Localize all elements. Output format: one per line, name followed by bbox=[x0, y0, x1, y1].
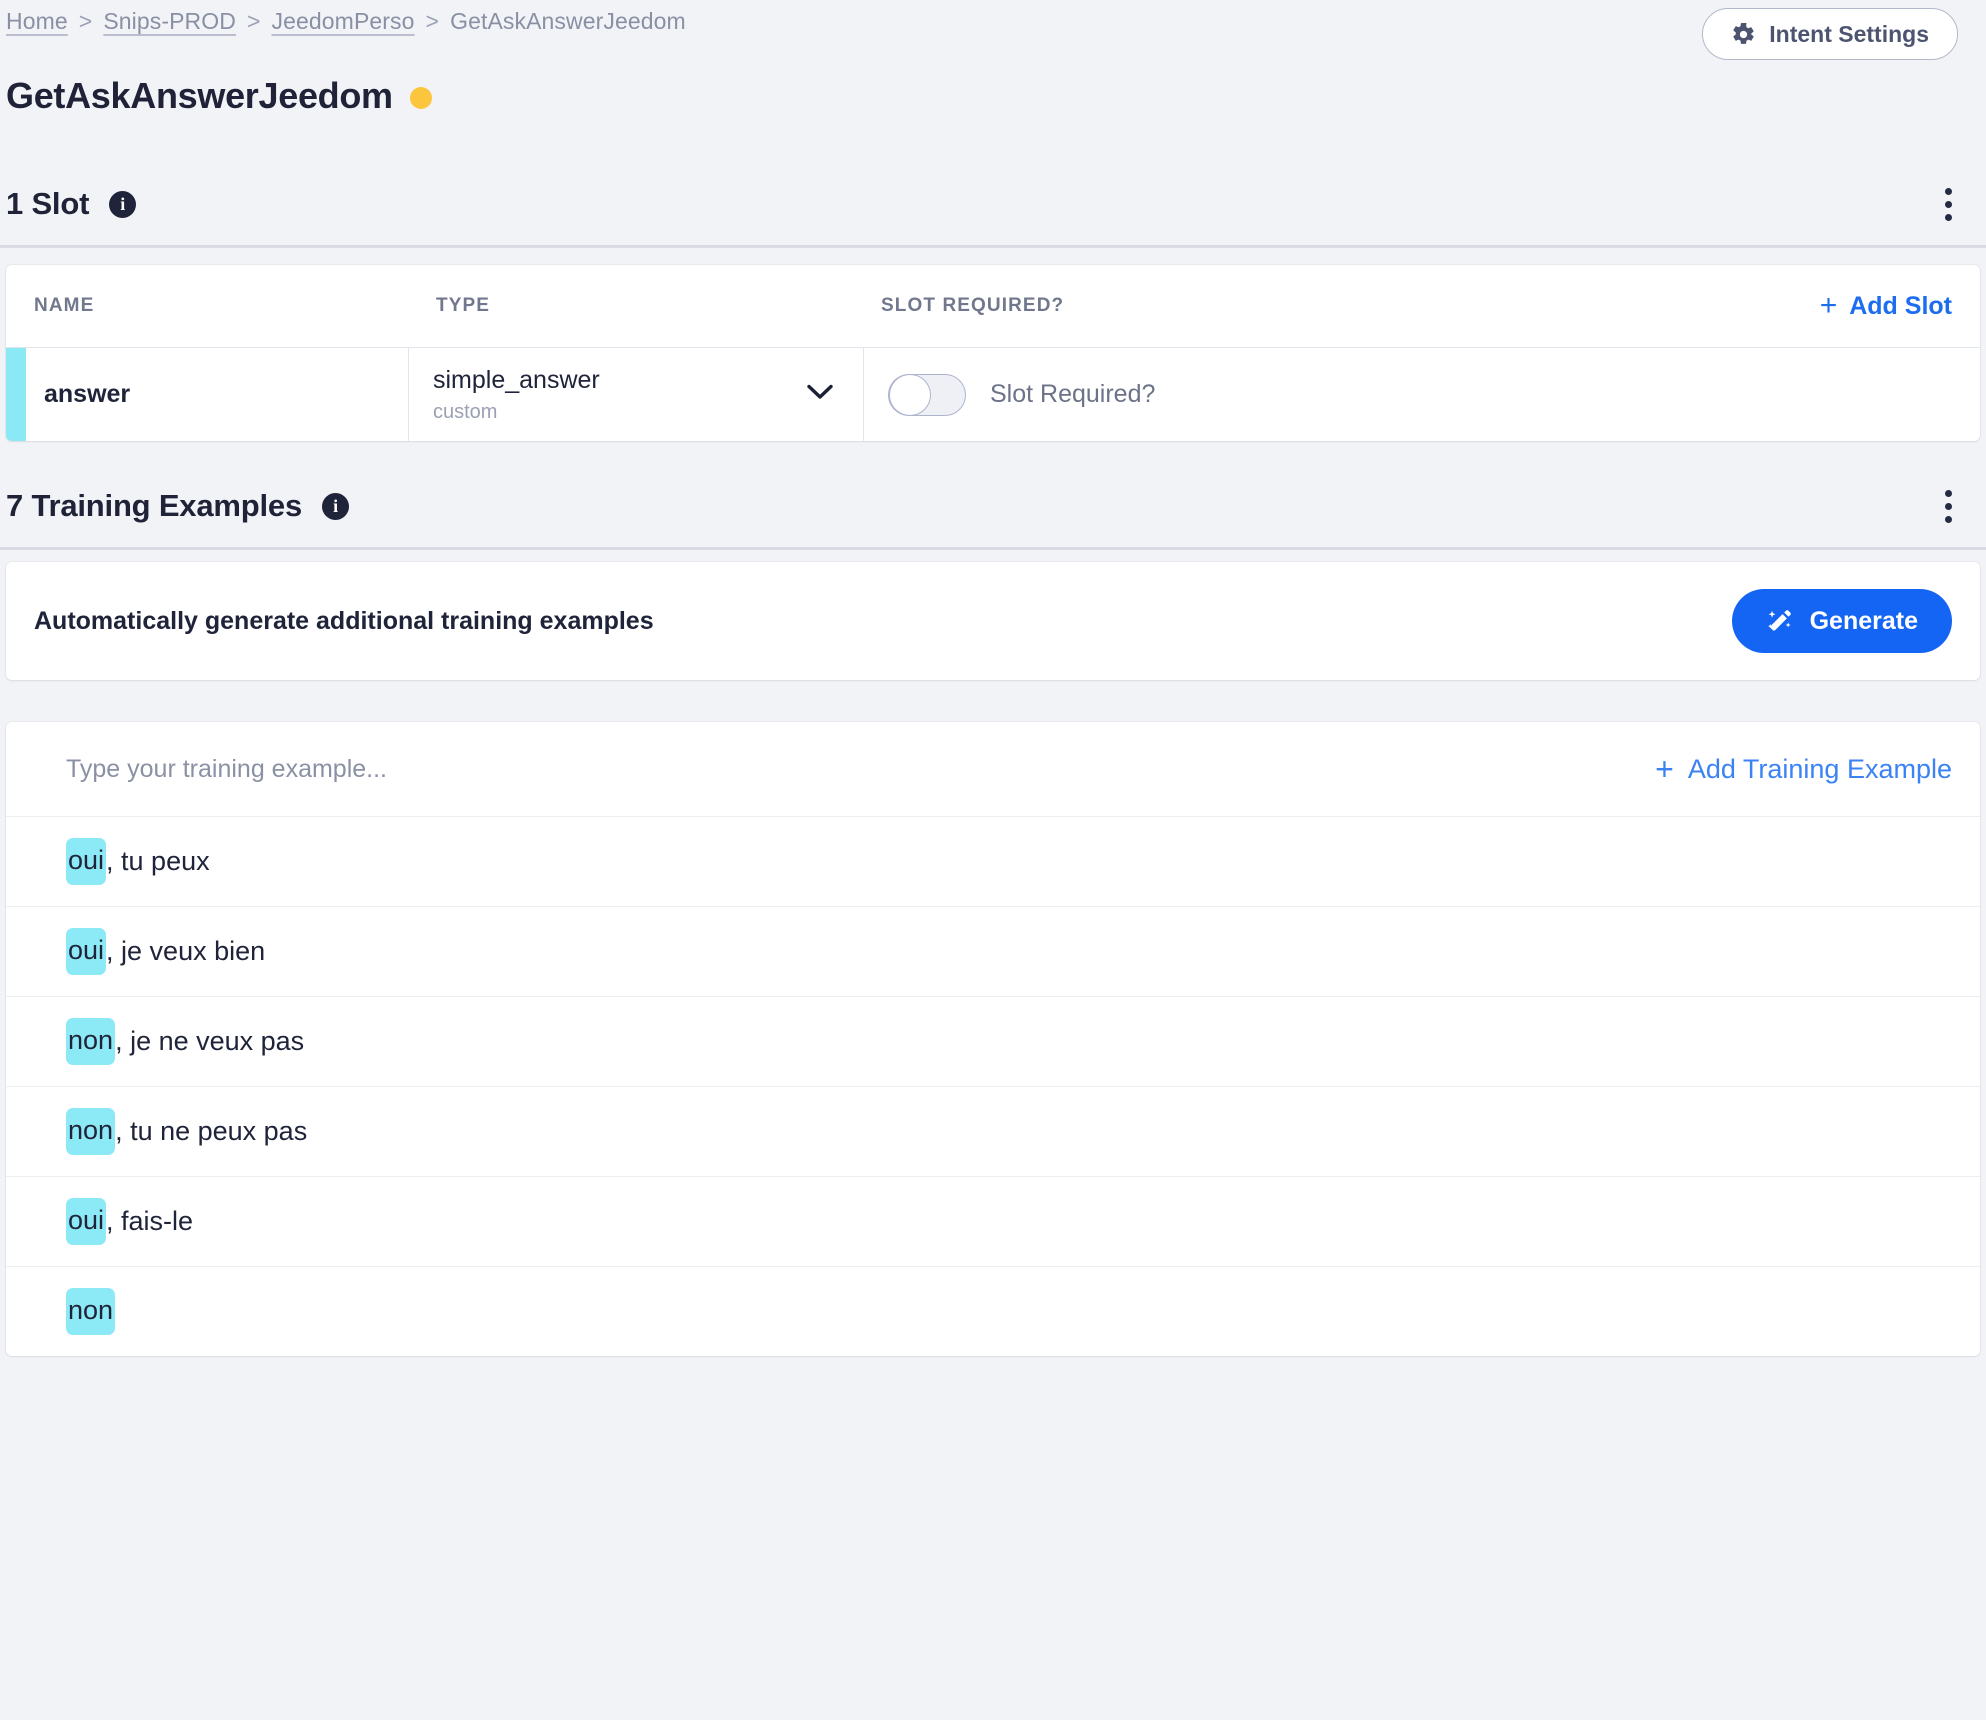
slot-required-cell: Slot Required? bbox=[864, 348, 1980, 441]
kebab-dot bbox=[1945, 214, 1952, 221]
slots-section-menu-button[interactable] bbox=[1941, 184, 1956, 225]
add-slot-button[interactable]: + Add Slot bbox=[1820, 291, 1952, 321]
intent-settings-label: Intent Settings bbox=[1769, 20, 1929, 47]
plus-icon: + bbox=[1655, 751, 1674, 787]
magic-wand-icon bbox=[1766, 607, 1794, 635]
training-example-text: , tu ne peux pas bbox=[115, 1116, 308, 1146]
breadcrumb-separator: > bbox=[78, 8, 93, 34]
slot-name-text: answer bbox=[44, 380, 131, 408]
intent-settings-button[interactable]: Intent Settings bbox=[1702, 8, 1958, 60]
generate-button[interactable]: Generate bbox=[1731, 589, 1952, 653]
slot-accent-bar bbox=[6, 348, 26, 441]
add-slot-label: Add Slot bbox=[1849, 291, 1952, 320]
training-title-text: 7 Training Examples bbox=[6, 488, 302, 523]
page-title: GetAskAnswerJeedom bbox=[6, 75, 432, 117]
breadcrumb: Home > Snips-PROD > JeedomPerso > GetAsk… bbox=[6, 8, 686, 35]
auto-generate-row: Automatically generate additional traini… bbox=[6, 562, 1980, 680]
breadcrumb-item-jeedomperso[interactable]: JeedomPerso bbox=[272, 8, 415, 35]
training-example-text: , fais-le bbox=[106, 1206, 194, 1236]
page-title-text: GetAskAnswerJeedom bbox=[6, 75, 393, 116]
slots-section-header: 1 Slot i bbox=[0, 178, 1986, 230]
auto-generate-card: Automatically generate additional traini… bbox=[6, 562, 1980, 680]
slot-required-toggle[interactable] bbox=[888, 373, 966, 416]
training-example-text: , tu peux bbox=[106, 846, 210, 876]
slot-type-labels: simple_answer custom bbox=[433, 365, 600, 423]
breadcrumb-item-current: GetAskAnswerJeedom bbox=[450, 8, 686, 34]
training-examples-card: + Add Training Example oui , tu peux oui… bbox=[6, 722, 1980, 1356]
kebab-dot bbox=[1945, 516, 1952, 523]
breadcrumb-separator: > bbox=[425, 8, 440, 34]
list-item[interactable]: non , tu ne peux pas bbox=[6, 1086, 1980, 1176]
info-icon[interactable]: i bbox=[321, 492, 349, 520]
slot-type-select[interactable]: simple_answer custom bbox=[409, 348, 864, 441]
list-item[interactable]: oui , tu peux bbox=[6, 816, 1980, 906]
slot-highlight: non bbox=[66, 1288, 116, 1335]
training-section-menu-button[interactable] bbox=[1941, 486, 1956, 527]
add-training-example-button[interactable]: + Add Training Example bbox=[1655, 753, 1952, 785]
chevron-down-icon bbox=[807, 384, 833, 405]
kebab-dot bbox=[1945, 201, 1952, 208]
column-header-name: NAME bbox=[34, 295, 95, 316]
slot-highlight: oui bbox=[66, 1198, 107, 1245]
slot-highlight: non bbox=[66, 1108, 116, 1155]
training-example-text: , je veux bien bbox=[106, 936, 266, 966]
training-example-text: , je ne veux pas bbox=[115, 1026, 305, 1056]
slot-highlight: oui bbox=[66, 928, 107, 975]
table-row: answer simple_answer custom Slot Require… bbox=[6, 347, 1980, 441]
slots-title-text: 1 Slot bbox=[6, 186, 90, 221]
slot-type-origin: custom bbox=[433, 400, 498, 423]
generate-button-label: Generate bbox=[1809, 606, 1918, 635]
slots-card: NAME TYPE SLOT REQUIRED? + Add Slot answ… bbox=[6, 265, 1980, 441]
list-item[interactable]: non , je ne veux pas bbox=[6, 996, 1980, 1086]
slot-type-value: simple_answer bbox=[433, 366, 600, 395]
add-training-example-label: Add Training Example bbox=[1687, 753, 1952, 784]
slot-name-cell[interactable]: answer bbox=[26, 348, 409, 441]
slots-section-divider bbox=[0, 245, 1986, 248]
auto-generate-description: Automatically generate additional traini… bbox=[34, 606, 654, 635]
training-section-title: 7 Training Examples i bbox=[6, 488, 349, 524]
toggle-knob bbox=[889, 373, 931, 416]
slots-table-header: NAME TYPE SLOT REQUIRED? + Add Slot bbox=[6, 265, 1980, 347]
training-example-input[interactable] bbox=[66, 754, 1166, 784]
list-item[interactable]: non bbox=[6, 1266, 1980, 1356]
kebab-dot bbox=[1945, 503, 1952, 510]
status-badge bbox=[409, 86, 432, 109]
breadcrumb-separator: > bbox=[246, 8, 261, 34]
slot-required-label: Slot Required? bbox=[990, 380, 1156, 408]
slots-section-title: 1 Slot i bbox=[6, 186, 137, 222]
breadcrumb-item-snips-prod[interactable]: Snips-PROD bbox=[103, 8, 236, 35]
training-section-divider bbox=[0, 547, 1986, 550]
slot-highlight: oui bbox=[66, 838, 107, 885]
intent-detail-page: Home > Snips-PROD > JeedomPerso > GetAsk… bbox=[0, 0, 1986, 1720]
info-icon[interactable]: i bbox=[109, 190, 137, 218]
list-item[interactable]: oui , fais-le bbox=[6, 1176, 1980, 1266]
training-section-header: 7 Training Examples i bbox=[0, 480, 1986, 532]
kebab-dot bbox=[1945, 490, 1952, 497]
column-header-type: TYPE bbox=[436, 295, 491, 316]
list-item[interactable]: oui , je veux bien bbox=[6, 906, 1980, 996]
column-header-slot-required: SLOT REQUIRED? bbox=[881, 295, 1065, 316]
gear-icon bbox=[1731, 22, 1756, 47]
breadcrumb-item-home[interactable]: Home bbox=[6, 8, 68, 35]
plus-icon: + bbox=[1819, 289, 1838, 322]
kebab-dot bbox=[1945, 188, 1952, 195]
slot-highlight: non bbox=[66, 1018, 116, 1065]
training-example-input-row: + Add Training Example bbox=[6, 722, 1980, 816]
